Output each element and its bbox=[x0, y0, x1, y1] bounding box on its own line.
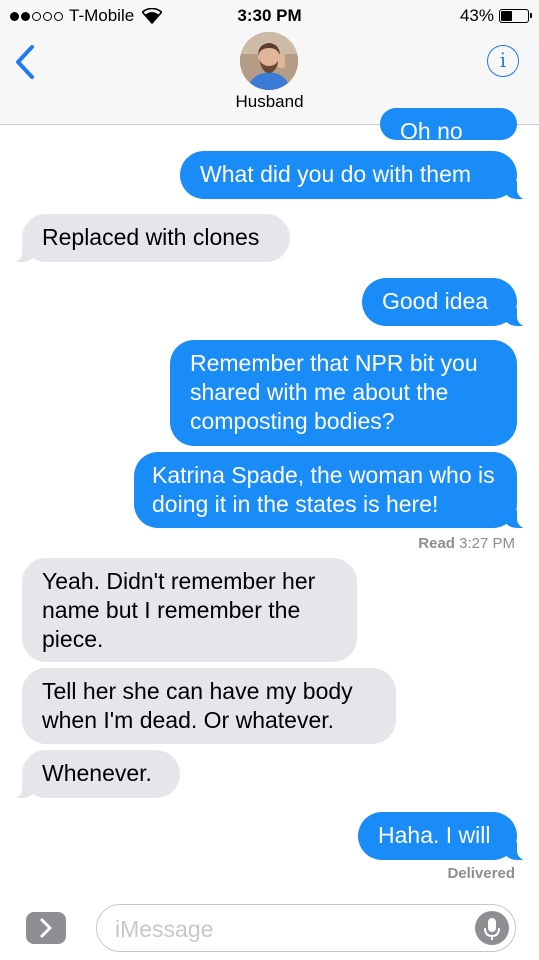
microphone-button[interactable] bbox=[475, 911, 509, 945]
message-composer: iMessage bbox=[0, 892, 539, 960]
read-time: 3:27 PM bbox=[459, 535, 515, 552]
message-bubble-outgoing[interactable]: Haha. I will bbox=[358, 812, 533, 861]
read-label: Read bbox=[418, 535, 455, 552]
message-text: Remember that NPR bit you shared with me… bbox=[190, 350, 478, 434]
message-bubble-outgoing[interactable]: Remember that NPR bit you shared with me… bbox=[170, 340, 517, 446]
back-button[interactable] bbox=[12, 42, 42, 82]
battery-icon bbox=[499, 9, 532, 23]
info-button[interactable]: i bbox=[487, 45, 519, 77]
message-text: Oh no bbox=[400, 118, 463, 140]
chevron-right-icon bbox=[40, 918, 52, 938]
delivered-receipt: Delivered bbox=[447, 865, 515, 882]
message-bubble-incoming[interactable]: Whenever. bbox=[6, 750, 180, 799]
status-time: 3:30 PM bbox=[237, 6, 302, 25]
message-bubble-incoming[interactable]: Yeah. Didn't remember her name but I rem… bbox=[22, 558, 357, 662]
message-bubble-outgoing[interactable]: Katrina Spade, the woman who is doing it… bbox=[134, 452, 533, 529]
message-text: Good idea bbox=[382, 288, 489, 314]
read-receipt: Read 3:27 PM bbox=[418, 535, 515, 552]
info-icon: i bbox=[499, 48, 507, 72]
microphone-icon bbox=[484, 918, 500, 940]
battery-fill bbox=[501, 11, 512, 21]
chevron-left-icon bbox=[16, 45, 34, 79]
avatar-photo bbox=[240, 32, 298, 90]
message-text: Katrina Spade, the woman who is doing it… bbox=[152, 462, 495, 517]
message-bubble-outgoing[interactable]: Oh no bbox=[380, 108, 517, 140]
expand-apps-button[interactable] bbox=[26, 912, 66, 944]
contact-avatar[interactable] bbox=[240, 32, 298, 90]
message-text: Whenever. bbox=[42, 760, 152, 786]
battery-percent: 43% bbox=[459, 6, 494, 25]
status-right: 43% bbox=[459, 6, 532, 26]
message-bubble-incoming[interactable]: Tell her she can have my body when I'm d… bbox=[22, 668, 396, 744]
message-text: What did you do with them bbox=[200, 161, 472, 187]
message-text: Tell her she can have my body when I'm d… bbox=[42, 678, 353, 733]
message-bubble-outgoing[interactable]: Good idea bbox=[362, 278, 533, 327]
message-text: Yeah. Didn't remember her name but I rem… bbox=[42, 568, 316, 652]
imessage-input[interactable]: iMessage bbox=[96, 904, 516, 952]
status-bar: T-Mobile 3:30 PM 43% bbox=[0, 0, 539, 32]
message-text: Haha. I will bbox=[378, 822, 491, 848]
message-text: Replaced with clones bbox=[42, 224, 260, 250]
message-bubble-outgoing[interactable]: What did you do with them bbox=[180, 151, 533, 200]
message-bubble-incoming[interactable]: Replaced with clones bbox=[6, 214, 290, 263]
input-placeholder: iMessage bbox=[115, 916, 214, 942]
